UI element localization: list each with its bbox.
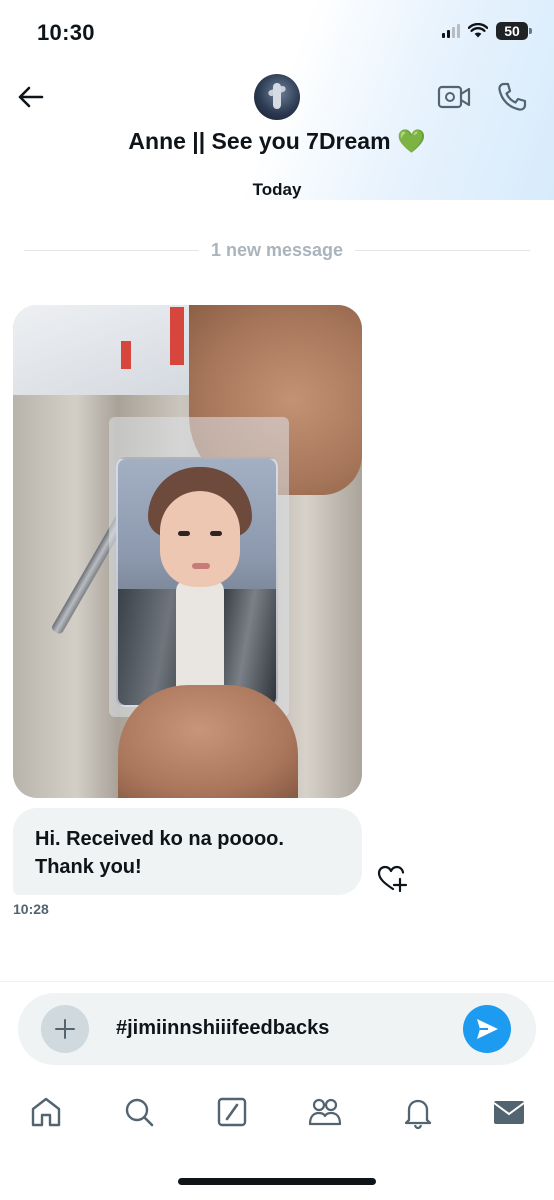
message-input[interactable]: #jimiinnshiiifeedbacks bbox=[116, 1017, 329, 1040]
message-composer[interactable]: #jimiinnshiiifeedbacks bbox=[18, 993, 536, 1065]
new-message-label: 1 new message bbox=[210, 239, 344, 260]
video-call-button[interactable] bbox=[437, 82, 471, 112]
message-text-line-2: Thank you! bbox=[35, 856, 142, 878]
bell-icon bbox=[404, 1099, 432, 1130]
message-bubble[interactable]: Hi. Received ko na poooo. Thank you! bbox=[13, 808, 362, 895]
bottom-tab-bar bbox=[0, 1082, 554, 1146]
send-button[interactable] bbox=[463, 1005, 511, 1053]
tab-search[interactable] bbox=[121, 1094, 157, 1130]
video-camera-icon bbox=[437, 85, 471, 109]
composer-divider bbox=[0, 981, 554, 982]
tab-messages[interactable] bbox=[491, 1094, 527, 1130]
cellular-signal-icon bbox=[442, 24, 460, 38]
tab-notifications[interactable] bbox=[400, 1094, 436, 1130]
status-bar: 10:30 50 bbox=[0, 0, 554, 66]
battery-icon: 50 bbox=[496, 22, 532, 40]
photocard bbox=[116, 457, 278, 707]
heart-plus-icon bbox=[377, 865, 408, 893]
contact-name[interactable]: Anne || See you 7Dream 💚 bbox=[0, 128, 554, 155]
voice-call-button[interactable] bbox=[495, 80, 529, 114]
add-reaction-button[interactable] bbox=[376, 864, 410, 894]
tab-home[interactable] bbox=[28, 1094, 64, 1130]
message-photo[interactable] bbox=[13, 305, 362, 798]
status-time: 10:30 bbox=[37, 20, 95, 45]
arrow-left-icon bbox=[18, 86, 44, 108]
send-icon bbox=[477, 1019, 498, 1039]
mail-icon bbox=[493, 1101, 525, 1124]
tab-compose[interactable] bbox=[214, 1094, 250, 1130]
tab-communities[interactable] bbox=[307, 1094, 343, 1130]
date-separator: Today bbox=[252, 180, 302, 199]
plus-icon bbox=[55, 1019, 75, 1039]
home-indicator bbox=[178, 1178, 376, 1185]
compose-icon bbox=[217, 1097, 247, 1127]
contact-avatar[interactable] bbox=[254, 74, 300, 120]
new-message-divider: 1 new message bbox=[24, 237, 531, 263]
back-button[interactable] bbox=[14, 80, 48, 114]
wifi-icon bbox=[468, 23, 488, 38]
message-text-line-1: Hi. Received ko na poooo. bbox=[35, 828, 284, 850]
phone-icon bbox=[498, 82, 527, 111]
battery-level: 50 bbox=[496, 22, 528, 40]
contact-name-text: Anne || See you 7Dream bbox=[128, 128, 391, 154]
search-icon bbox=[125, 1098, 154, 1127]
green-heart-emoji: 💚 bbox=[396, 128, 426, 154]
home-icon bbox=[31, 1097, 61, 1127]
add-media-button[interactable] bbox=[41, 1005, 89, 1053]
communities-icon bbox=[308, 1098, 342, 1126]
status-indicators: 50 bbox=[442, 22, 532, 40]
message-timestamp: 10:28 bbox=[13, 901, 49, 917]
